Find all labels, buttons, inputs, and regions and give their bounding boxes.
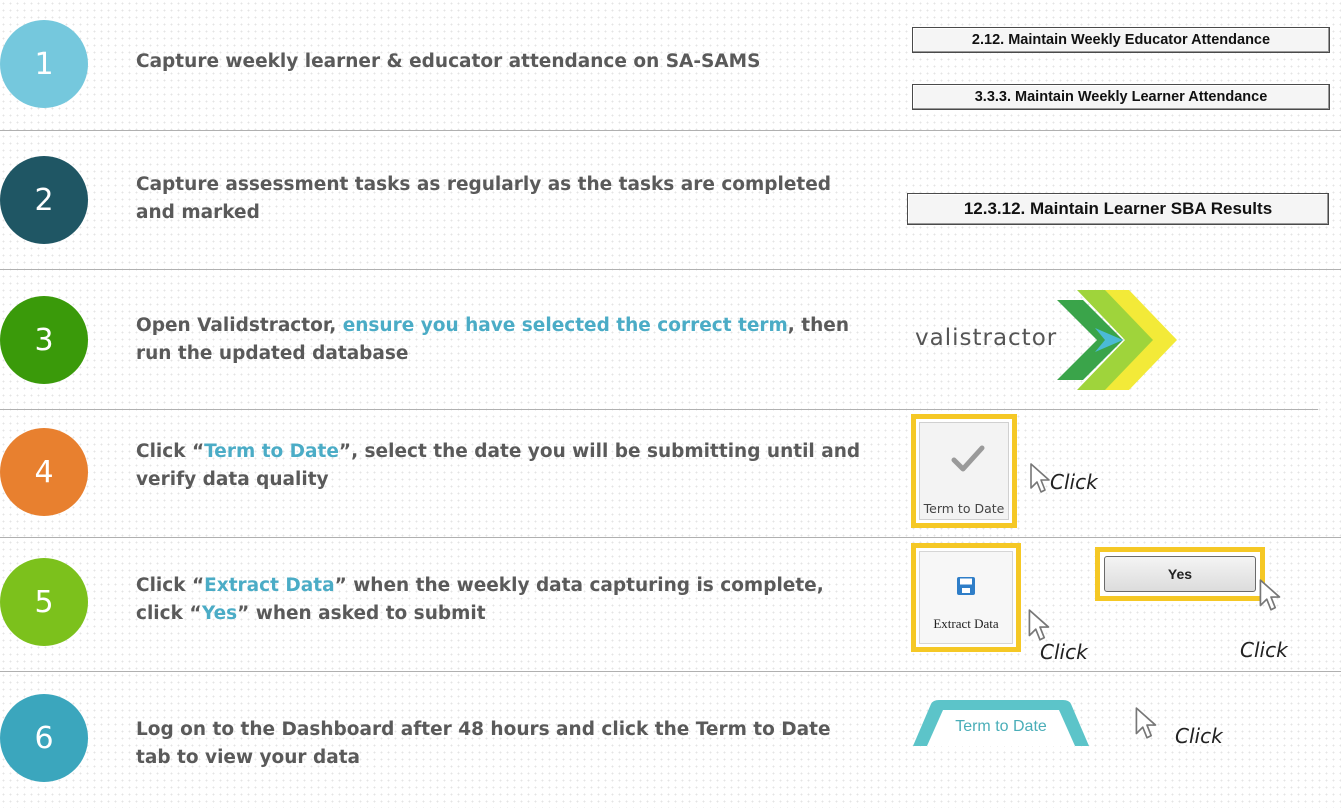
step-text-4: Click “Term to Date”, select the date yo… — [136, 441, 861, 490]
step-text-1: Capture weekly learner & educator attend… — [136, 51, 761, 72]
step-number-3: 3 — [0, 296, 88, 384]
term-to-date-button[interactable]: Term to Date — [911, 414, 1017, 528]
step-number-4: 4 — [0, 428, 88, 516]
click-label: Click — [1050, 470, 1098, 494]
step-number-6: 6 — [0, 694, 88, 782]
step-text-5: Click “Extract Data” when the weekly dat… — [136, 575, 824, 624]
step-row-2: 2 Capture assessment tasks as regularly … — [0, 131, 1341, 269]
click-label: Click — [1240, 638, 1288, 662]
step-text-6: Log on to the Dashboard after 48 hours a… — [136, 719, 831, 768]
save-disk-icon — [957, 577, 975, 595]
step-row-6: 6 Log on to the Dashboard after 48 hours… — [0, 672, 1341, 808]
step-row-1: 1 Capture weekly learner & educator atte… — [0, 0, 1341, 130]
step-row-5: 5 Click “Extract Data” when the weekly d… — [0, 538, 1341, 671]
valistractor-logo: valistractor — [915, 290, 1177, 390]
yes-button[interactable]: Yes — [1104, 556, 1256, 592]
step-text-2: Capture assessment tasks as regularly as… — [136, 174, 832, 223]
mouse-cursor-icon — [1135, 707, 1157, 739]
step-row-4: 4 Click “Term to Date”, select the date … — [0, 410, 1341, 537]
mouse-cursor-icon — [1028, 609, 1050, 641]
mouse-cursor-icon — [1259, 579, 1281, 611]
step-text-3: Open Validstractor, ensure you have sele… — [136, 315, 849, 364]
click-label: Click — [1175, 724, 1223, 748]
click-label: Click — [1040, 640, 1088, 664]
step-row-3: 3 Open Validstractor, ensure you have se… — [0, 270, 1341, 409]
maintain-educator-attendance-button[interactable]: 2.12. Maintain Weekly Educator Attendanc… — [912, 27, 1330, 53]
maintain-learner-sba-results-button[interactable]: 12.3.12. Maintain Learner SBA Results — [907, 193, 1329, 225]
valistractor-chevron-icon — [1057, 290, 1177, 390]
step-number-5: 5 — [0, 558, 88, 646]
extract-data-button[interactable]: Extract Data — [911, 543, 1021, 652]
dashboard-term-to-date-tab[interactable]: Term to Date — [913, 700, 1089, 746]
step-number-1: 1 — [0, 20, 88, 108]
yes-button-frame: Yes — [1095, 547, 1265, 601]
maintain-learner-attendance-button[interactable]: 3.3.3. Maintain Weekly Learner Attendanc… — [912, 84, 1330, 110]
checkmark-icon — [951, 445, 985, 472]
step-number-2: 2 — [0, 156, 88, 244]
